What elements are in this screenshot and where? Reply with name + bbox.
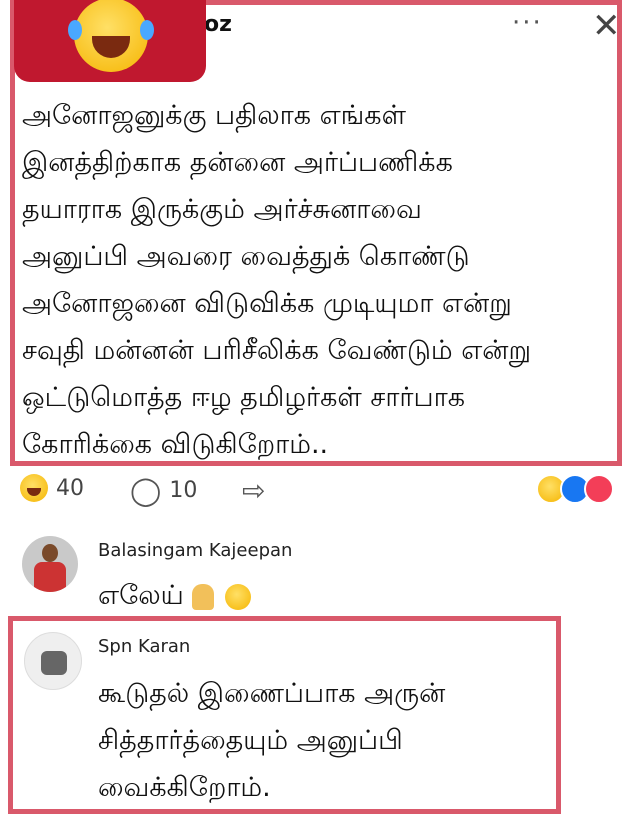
post-line: ஒட்டுமொத்த ஈழ தமிழர்கள் சார்பாக <box>22 382 466 413</box>
comment-line: சித்தார்த்தையும் அனுப்பி <box>98 725 403 756</box>
share-button[interactable]: ⇨ <box>242 474 265 507</box>
commenter-name[interactable]: Spn Karan <box>98 636 190 657</box>
laugh-emoji-icon <box>20 474 48 502</box>
post-line: அனோஜனுக்கு பதிலாக எங்கள் <box>22 100 406 131</box>
laugh-count: 40 <box>56 475 84 501</box>
comment-line: வைக்கிறோம். <box>98 772 271 803</box>
folded-hands-icon <box>192 583 215 610</box>
post-line: கோரிக்கை விடுகிறோம்.. <box>22 429 329 460</box>
avatar-head <box>42 544 58 562</box>
commenter-avatar[interactable] <box>24 632 82 690</box>
comment-button[interactable]: ◯ 10 <box>130 474 197 507</box>
post-line: தயாராக இருக்கும் அர்ச்சுனாவை <box>22 194 422 225</box>
more-options-button[interactable]: ··· <box>512 10 543 36</box>
tear-icon <box>68 20 82 40</box>
avatar-body <box>34 562 66 592</box>
reaction-summary[interactable] <box>536 474 614 504</box>
comment-line: கூடுதல் இணைப்பாக அருன் <box>98 678 446 709</box>
post-line: அனோஜனை விடுவிக்க முடியுமா என்று <box>22 288 512 319</box>
share-icon: ⇨ <box>242 474 266 507</box>
commenter-name[interactable]: Balasingam Kajeepan <box>98 540 292 561</box>
comment-icon: ◯ <box>130 474 162 507</box>
laughing-emoji-sticker <box>14 0 206 82</box>
post-author-name[interactable]: oz <box>204 12 232 37</box>
avatar-figure <box>41 651 67 675</box>
rofl-emoji-icon <box>225 583 251 610</box>
post-body: அனோஜனுக்கு பதிலாக எங்கள் இனத்திற்காக தன்… <box>22 92 622 468</box>
love-icon <box>584 474 614 504</box>
commenter-avatar[interactable] <box>22 536 78 592</box>
laugh-reaction-button[interactable]: 40 <box>20 474 84 502</box>
tear-icon <box>140 20 154 40</box>
reactions-bar: 40 ◯ 10 ⇨ <box>20 474 620 508</box>
comment-text: எலேய் <box>98 572 251 619</box>
post-line: சவுதி மன்னன் பரிசீலிக்க வேண்டும் என்று <box>22 335 532 366</box>
comment-text-value: எலேய் <box>98 580 184 611</box>
comment-count: 10 <box>169 478 198 503</box>
post-line: இனத்திற்காக தன்னை அர்ப்பணிக்க <box>22 147 453 178</box>
post-line: அனுப்பி அவரை வைத்துக் கொண்டு <box>22 241 470 272</box>
close-button[interactable]: ✕ <box>592 8 621 44</box>
